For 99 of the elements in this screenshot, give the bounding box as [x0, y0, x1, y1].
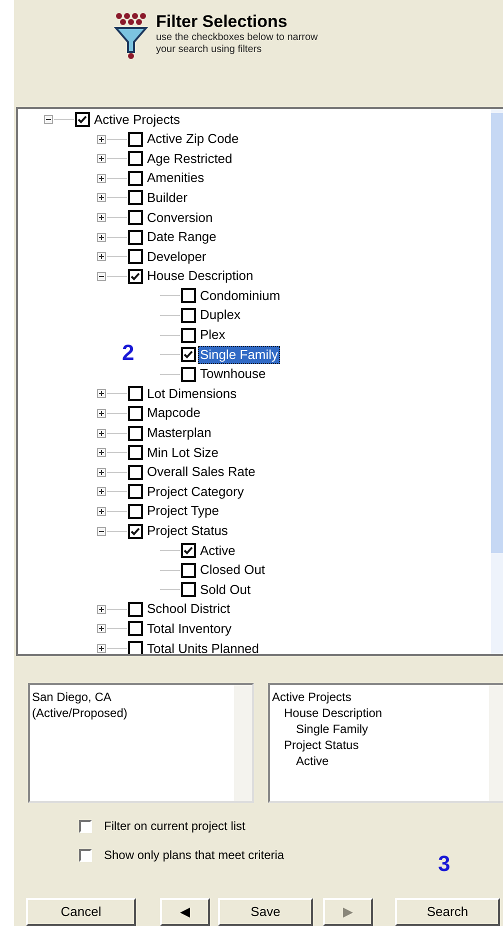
tree-item[interactable]: Developer [145, 248, 208, 266]
collapse-icon[interactable] [97, 272, 106, 281]
expand-icon[interactable] [97, 468, 106, 477]
tree-item[interactable]: School District [145, 600, 232, 618]
expand-icon[interactable] [97, 154, 106, 164]
checkbox[interactable] [128, 190, 143, 206]
scrollbar[interactable] [491, 108, 503, 654]
expand-icon[interactable] [97, 389, 106, 398]
tree-item[interactable]: Date Range [145, 228, 218, 246]
checkbox[interactable] [128, 641, 143, 654]
expand-icon[interactable] [97, 428, 106, 438]
checkbox[interactable] [181, 562, 196, 578]
tree-item[interactable]: Mapcode [145, 404, 202, 422]
dialog-button[interactable]: Save [218, 898, 313, 926]
location-text: (Active/Proposed) [32, 705, 128, 722]
option-label: Show only plans that meet criteria [104, 847, 284, 864]
checkbox[interactable] [128, 445, 143, 460]
checkbox[interactable] [128, 621, 143, 636]
tree-item[interactable]: Project Category [145, 482, 246, 501]
expand-icon[interactable] [97, 624, 106, 634]
checkbox[interactable] [128, 386, 143, 402]
checkbox[interactable] [128, 230, 143, 245]
checkbox[interactable] [128, 484, 143, 500]
tree-item[interactable]: Total Inventory [145, 620, 234, 638]
checkbox[interactable] [128, 210, 143, 225]
tree-item[interactable]: Builder [145, 188, 190, 207]
tree-item[interactable]: Active [198, 542, 238, 560]
checkbox[interactable] [128, 504, 143, 519]
expand-icon[interactable] [97, 644, 106, 654]
tree-item[interactable]: Project Status [145, 522, 230, 540]
checkbox[interactable] [181, 582, 196, 598]
collapse-icon[interactable] [97, 526, 106, 536]
expand-icon[interactable] [97, 408, 106, 418]
tree-item[interactable]: Conversion [145, 208, 215, 226]
location-text: San Diego, CA [32, 689, 112, 706]
checkbox[interactable] [128, 170, 143, 186]
expand-icon[interactable] [97, 232, 106, 242]
tree-item[interactable]: Closed Out [198, 561, 268, 580]
funnel-icon [114, 12, 148, 60]
expand-icon[interactable] [97, 487, 106, 496]
scrollbar[interactable] [489, 685, 503, 802]
option-label: Filter on current project list [104, 818, 246, 836]
step-number: 3 [438, 852, 450, 876]
checkbox[interactable] [181, 328, 196, 343]
tree-item[interactable]: Total Units Planned [145, 640, 262, 654]
summary-line: House Description [283, 705, 384, 722]
tree-item[interactable]: Active Zip Code [145, 130, 241, 148]
expand-icon[interactable] [97, 134, 106, 144]
expand-icon[interactable] [97, 213, 106, 222]
checked-checkbox[interactable] [75, 112, 90, 128]
summary-line: Active Projects [272, 689, 352, 706]
checkbox[interactable] [181, 288, 196, 304]
tree-item[interactable]: Overall Sales Rate [145, 463, 258, 482]
checkbox[interactable] [79, 848, 92, 862]
checkbox[interactable] [128, 151, 143, 166]
tree-item[interactable]: Townhouse [198, 365, 268, 384]
tree-item[interactable]: Sold Out [198, 580, 253, 599]
checkbox[interactable] [128, 464, 143, 480]
dialog-subtitle: use the checkboxes below to narrow your search using filters [156, 32, 319, 56]
tree-item[interactable]: House Description [145, 267, 256, 286]
summary-line: Project Status [283, 737, 360, 754]
checkbox[interactable] [128, 426, 143, 441]
tree-item[interactable]: Project Type [145, 502, 222, 520]
checkbox[interactable] [79, 820, 92, 833]
checkbox[interactable] [128, 406, 143, 421]
checked-checkbox[interactable] [128, 524, 143, 538]
tree-item[interactable]: Single Family [198, 346, 280, 364]
tree-item[interactable]: Masterplan [145, 424, 214, 442]
tree-item[interactable]: Active Projects [92, 110, 182, 129]
tree-item[interactable]: Lot Dimensions [145, 384, 239, 403]
dialog-button[interactable]: Search [395, 898, 500, 926]
checkbox[interactable] [181, 308, 196, 323]
expand-icon[interactable] [97, 174, 106, 183]
previous-button[interactable]: ◀ [160, 898, 210, 926]
expand-icon[interactable] [97, 448, 106, 458]
checked-checkbox[interactable] [181, 347, 196, 362]
summary-line: Active [295, 753, 330, 770]
dialog-title: Filter Selections [156, 12, 288, 32]
checkbox[interactable] [128, 602, 143, 617]
step-number: 2 [122, 340, 134, 365]
expand-icon[interactable] [97, 604, 106, 614]
checkbox[interactable] [128, 249, 143, 264]
tree-item[interactable]: Amenities [145, 169, 206, 188]
summary-line: Single Family [295, 721, 370, 738]
checked-checkbox[interactable] [128, 268, 143, 284]
expand-icon[interactable] [97, 193, 106, 202]
expand-icon[interactable] [97, 506, 106, 516]
tree-item[interactable]: Age Restricted [145, 150, 234, 168]
collapse-icon[interactable] [44, 115, 53, 124]
checked-checkbox[interactable] [181, 543, 196, 558]
expand-icon[interactable] [97, 252, 106, 262]
dialog-button[interactable]: Cancel [26, 898, 136, 926]
tree-item[interactable]: Duplex [198, 306, 242, 324]
tree-item[interactable]: Condominium [198, 286, 282, 305]
checkbox[interactable] [128, 132, 143, 147]
tree-item[interactable]: Min Lot Size [145, 444, 221, 462]
tree-item[interactable]: Plex [198, 326, 228, 344]
checkbox[interactable] [181, 366, 196, 382]
scrollbar[interactable] [234, 685, 252, 802]
